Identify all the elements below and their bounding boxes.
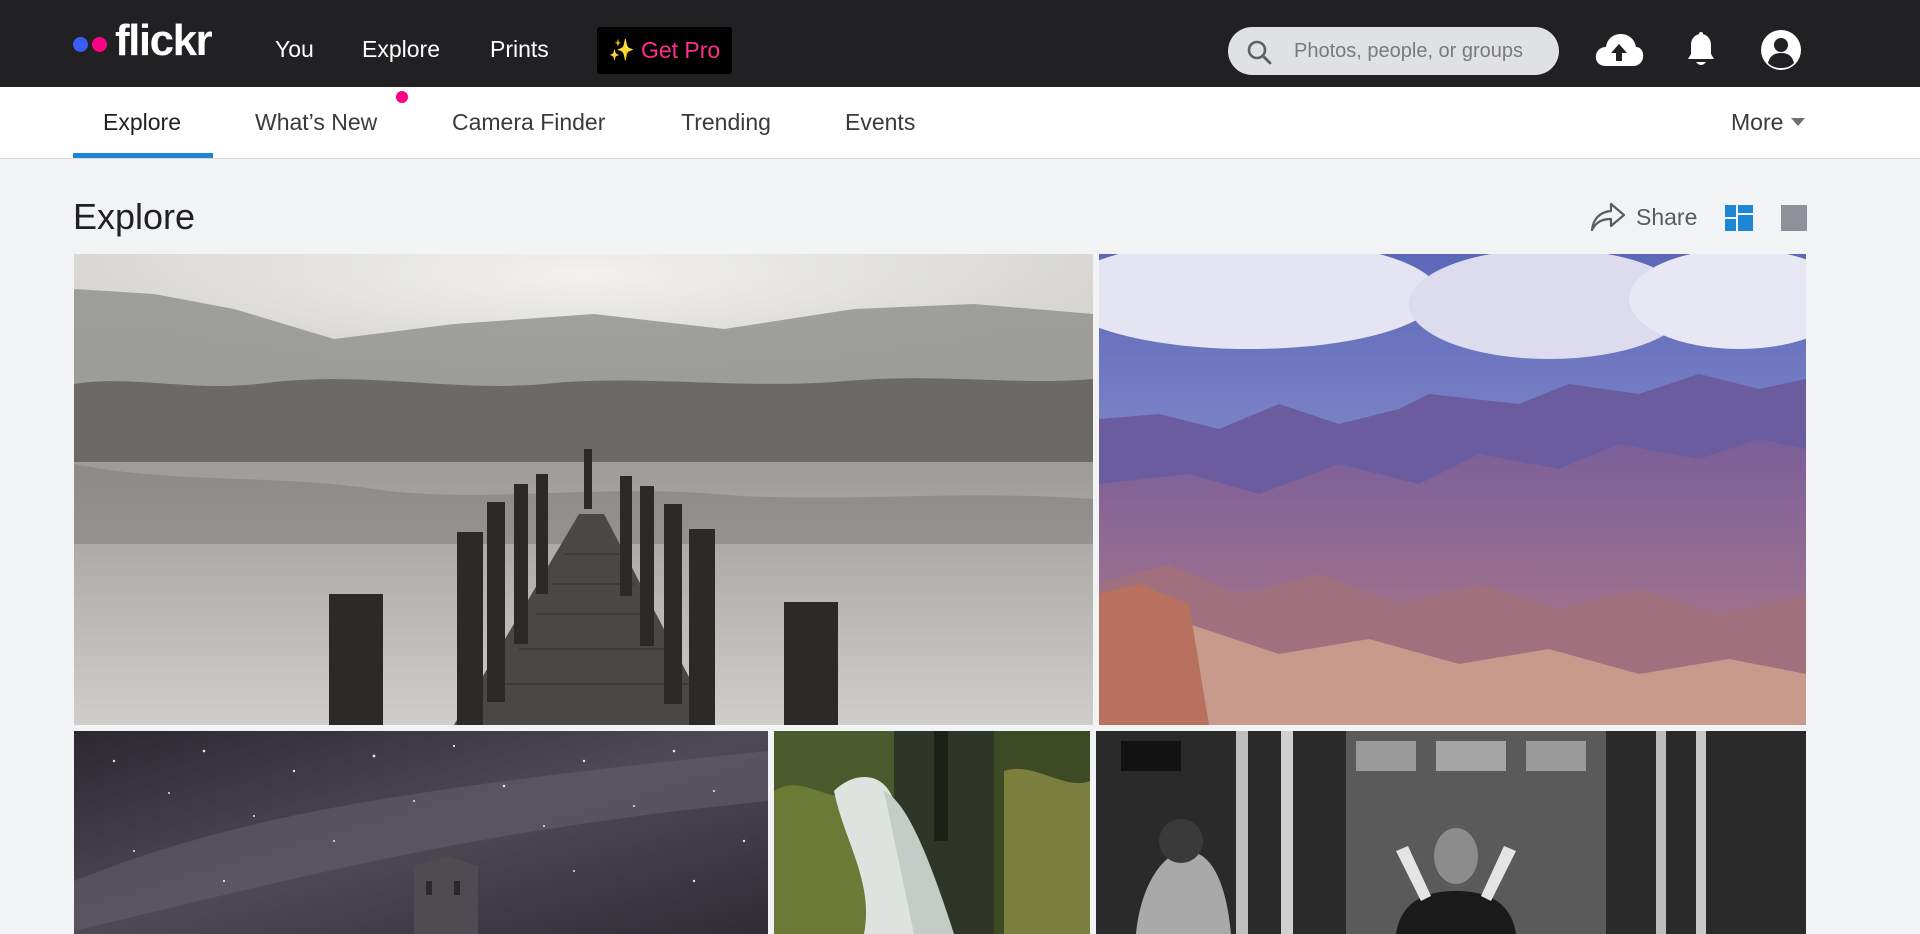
get-pro-label: Get Pro bbox=[640, 37, 721, 63]
more-menu-button[interactable]: More bbox=[1731, 109, 1806, 136]
upload-button[interactable] bbox=[1594, 26, 1644, 74]
photo-milky-way-tower[interactable] bbox=[74, 731, 768, 934]
photo-misty-jetty[interactable] bbox=[74, 254, 1093, 725]
notifications-button[interactable] bbox=[1685, 26, 1717, 74]
photo-street-portrait[interactable] bbox=[1096, 731, 1806, 934]
get-pro-button[interactable]: ✨ Get Pro bbox=[597, 27, 732, 74]
share-label: Share bbox=[1636, 203, 1698, 230]
share-arrow-icon bbox=[1590, 202, 1626, 232]
nav-link-explore[interactable]: Explore bbox=[362, 36, 440, 63]
search-input[interactable]: Photos, people, or groups bbox=[1228, 27, 1559, 75]
tab-events[interactable]: Events bbox=[845, 109, 915, 136]
photo-street-portrait-image bbox=[1096, 731, 1806, 934]
nav-link-you[interactable]: You bbox=[275, 36, 314, 63]
share-button[interactable]: Share bbox=[1590, 200, 1697, 234]
search-icon bbox=[1247, 40, 1272, 65]
explore-subnav: Explore What’s New Camera Finder Trendin… bbox=[0, 87, 1920, 159]
search-placeholder: Photos, people, or groups bbox=[1294, 40, 1524, 62]
nav-link-prints[interactable]: Prints bbox=[490, 36, 549, 63]
top-navigation-bar: flickr You Explore Prints ✨ Get Pro Phot… bbox=[0, 0, 1920, 87]
bell-icon bbox=[1688, 32, 1714, 65]
tab-explore[interactable]: Explore bbox=[103, 109, 181, 136]
chevron-down-icon bbox=[1791, 117, 1806, 126]
page-title: Explore bbox=[73, 196, 196, 237]
single-photo-icon[interactable] bbox=[1781, 205, 1807, 231]
tab-whats-new[interactable]: What’s New bbox=[255, 109, 377, 136]
photo-grand-canyon[interactable] bbox=[1099, 254, 1806, 725]
more-label: More bbox=[1731, 109, 1784, 135]
logo-text: flickr bbox=[115, 16, 213, 65]
flickr-logo[interactable]: flickr bbox=[73, 16, 213, 65]
user-avatar-icon bbox=[1761, 30, 1801, 70]
logo-blue-dot bbox=[73, 36, 88, 52]
tab-trending[interactable]: Trending bbox=[681, 109, 771, 136]
justified-grid-icon[interactable] bbox=[1725, 205, 1753, 231]
photo-waterfall-image bbox=[774, 731, 1090, 934]
sparkle-icon: ✨ bbox=[608, 38, 635, 62]
active-tab-indicator bbox=[73, 153, 213, 158]
upload-cloud-icon bbox=[1595, 34, 1644, 66]
photo-misty-jetty-image bbox=[74, 254, 1093, 725]
logo-pink-dot bbox=[92, 36, 107, 52]
photo-waterfall[interactable] bbox=[774, 731, 1090, 934]
new-indicator-dot bbox=[396, 91, 408, 103]
tab-camera-finder[interactable]: Camera Finder bbox=[452, 109, 605, 136]
account-button[interactable] bbox=[1760, 26, 1802, 74]
photo-grand-canyon-image bbox=[1099, 254, 1806, 725]
photo-milky-way-tower-image bbox=[74, 731, 768, 934]
